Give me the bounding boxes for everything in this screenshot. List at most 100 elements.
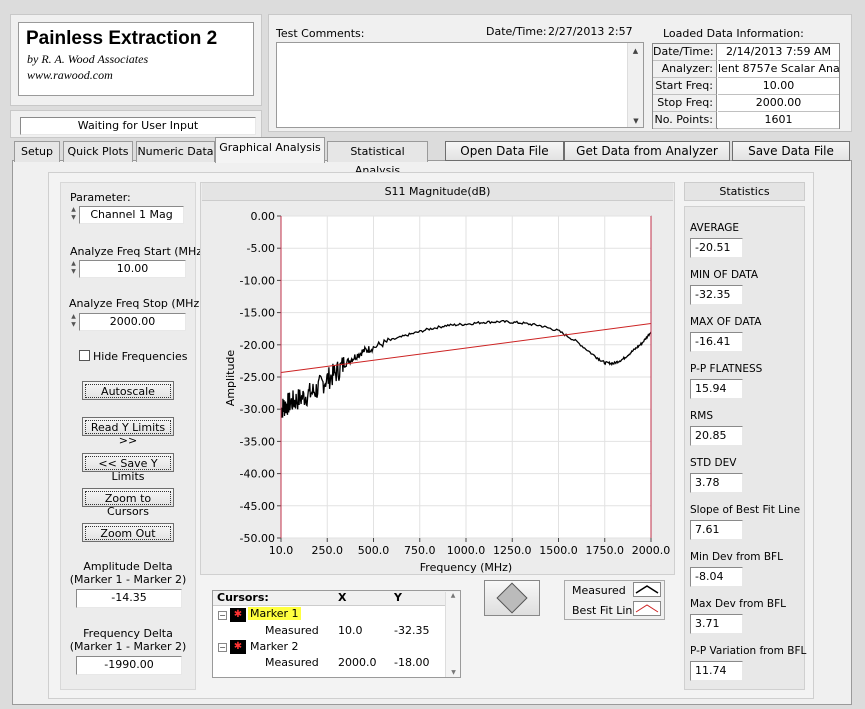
loaded-info-value: 2000.00 (718, 95, 839, 112)
y-tick-label: -45.00 (240, 500, 275, 513)
cursor-table-scrollbar[interactable]: ▲ ▼ (445, 592, 460, 677)
zoom-to-cursors-button[interactable]: Zoom to Cursors (82, 488, 174, 518)
read-y-limits-label: Read Y Limits >> (85, 420, 171, 447)
save-data-file-button[interactable]: Save Data File (732, 141, 850, 161)
stop-spinner-icon[interactable]: ▲ ▼ (69, 313, 78, 331)
y-tick-label: 0.00 (251, 210, 276, 223)
x-tick-label: 500.0 (358, 544, 390, 557)
s11-magnitude-chart[interactable]: 0.00 -5.00 -10.00 -15.00 -20.00 -25.00 -30.00 -… (200, 203, 675, 575)
autoscale-label: Autoscale (85, 384, 171, 398)
y-tick-label: -40.00 (240, 468, 275, 481)
analyze-start-label: Analyze Freq Start (MHz) (70, 245, 207, 258)
stat-label: MAX OF DATA (690, 316, 762, 328)
parameter-label: Parameter: (70, 191, 131, 204)
tab-numeric-data[interactable]: Numeric Data (136, 141, 215, 162)
table-scroll-down-icon[interactable]: ▼ (446, 669, 461, 676)
marker-2-x: 2000.0 (338, 656, 377, 669)
tab-setup[interactable]: Setup (14, 141, 60, 162)
loaded-info-label: Analyzer: (653, 61, 717, 78)
stat-label: P-P FLATNESS (690, 363, 763, 375)
table-scroll-up-icon[interactable]: ▲ (446, 592, 460, 599)
status-text: Waiting for User Input (20, 117, 256, 135)
y-tick-label: -30.00 (240, 403, 275, 416)
marker-1-y: -32.35 (394, 624, 430, 637)
scroll-up-icon[interactable]: ▲ (628, 47, 643, 55)
frequency-delta-value: -1990.00 (76, 656, 182, 675)
amplitude-delta-sublabel: (Marker 1 - Marker 2) (69, 573, 187, 586)
tab-quick-plots-label: Quick Plots (67, 145, 129, 158)
stat-value: -16.41 (690, 332, 743, 352)
hide-frequencies-label: Hide Frequencies (93, 350, 188, 363)
stat-value: 11.74 (690, 661, 743, 681)
y-axis-label: Amplitude (224, 350, 237, 407)
app-title: Painless Extraction 2 (26, 28, 218, 49)
analyze-start-input[interactable]: 10.00 (79, 260, 186, 278)
marker-2-icon: ✱ (230, 640, 246, 654)
stat-value: 7.61 (690, 520, 743, 540)
open-data-file-button[interactable]: Open Data File (445, 141, 564, 161)
stat-label: Slope of Best Fit Line (690, 504, 801, 516)
frequency-delta-label: Frequency Delta (83, 627, 173, 640)
loaded-data-title: Loaded Data Information: (663, 27, 804, 40)
start-spinner-icon[interactable]: ▲ ▼ (69, 260, 78, 278)
y-tick-label: -25.00 (240, 371, 275, 384)
stat-value: 20.85 (690, 426, 743, 446)
marker-2-sub: Measured (265, 656, 319, 669)
y-tick-label: -10.00 (240, 274, 275, 287)
loaded-info-label: Start Freq: (653, 78, 717, 95)
stat-value: -32.35 (690, 285, 743, 305)
stat-value: 3.78 (690, 473, 743, 493)
tab-graphical-analysis[interactable]: Graphical Analysis (215, 137, 325, 163)
tab-quick-plots[interactable]: Quick Plots (63, 141, 133, 162)
x-tick-label: 1750.0 (586, 544, 625, 557)
legend-measured-label: Measured (572, 584, 626, 597)
datetime-value: 2/27/2013 2:57 (548, 25, 633, 38)
zoom-out-button[interactable]: Zoom Out (82, 523, 174, 542)
loaded-info-label: No. Points: (653, 112, 717, 129)
analyze-stop-input[interactable]: 2000.00 (79, 313, 186, 331)
loaded-info-value: 10.00 (718, 78, 839, 95)
parameter-select[interactable]: Channel 1 Mag (79, 206, 184, 224)
tab-statistical-analysis[interactable]: Statistical Analysis (327, 141, 428, 177)
y-tick-label: -5.00 (247, 242, 275, 255)
statistics-header: Statistics (684, 182, 805, 201)
x-tick-label: 750.0 (404, 544, 436, 557)
zoom-to-cursors-label: Zoom to Cursors (85, 491, 171, 518)
title-box: Painless Extraction 2 by R. A. Wood Asso… (18, 22, 254, 96)
x-tick-label: 2000.0 (632, 544, 671, 557)
scroll-down-icon[interactable]: ▼ (628, 117, 644, 125)
marker-1-name[interactable]: Marker 1 (248, 607, 301, 620)
test-comments-textarea[interactable] (276, 42, 644, 128)
stat-label: Max Dev from BFL (690, 598, 787, 610)
datetime-label: Date/Time: (486, 25, 547, 38)
loaded-info-label: Date/Time: (653, 44, 717, 61)
stat-label: AVERAGE (690, 222, 739, 234)
app-url: www.rawood.com (27, 68, 113, 82)
marker-1-x: 10.0 (338, 624, 363, 637)
stat-label: STD DEV (690, 457, 737, 469)
stat-value: 15.94 (690, 379, 743, 399)
autoscale-button[interactable]: Autoscale (82, 381, 174, 400)
parameter-spinner-icon[interactable]: ▲ ▼ (69, 206, 78, 224)
x-axis-label: Frequency (MHz) (420, 561, 512, 574)
read-y-limits-button[interactable]: Read Y Limits >> (82, 417, 174, 447)
collapse-icon[interactable]: − (218, 643, 227, 652)
save-y-limits-button[interactable]: << Save Y Limits (82, 453, 174, 483)
collapse-icon[interactable]: − (218, 611, 227, 620)
loaded-info-value: 2/14/2013 7:59 AM (718, 44, 839, 61)
hide-frequencies-checkbox[interactable] (79, 350, 90, 361)
analyze-stop-label: Analyze Freq Stop (MHz) (69, 297, 204, 310)
comments-scrollbar[interactable]: ▲ ▼ (627, 43, 643, 127)
legend-bfl-swatch (633, 601, 661, 616)
marker-2-name[interactable]: Marker 2 (250, 640, 299, 653)
stat-label: P-P Variation from BFL (690, 645, 807, 657)
stat-label: RMS (690, 410, 714, 422)
amplitude-delta-value: -14.35 (76, 589, 182, 608)
stat-label: Min Dev from BFL (690, 551, 783, 563)
get-data-from-analyzer-button[interactable]: Get Data from Analyzer (564, 141, 730, 161)
statistics-title: Statistics (719, 185, 770, 198)
marker-2-y: -18.00 (394, 656, 430, 669)
cursor-table-title: Cursors: (217, 591, 269, 604)
chart-title: S11 Magnitude(dB) (384, 185, 491, 198)
cursor-move-pad[interactable] (484, 580, 540, 616)
